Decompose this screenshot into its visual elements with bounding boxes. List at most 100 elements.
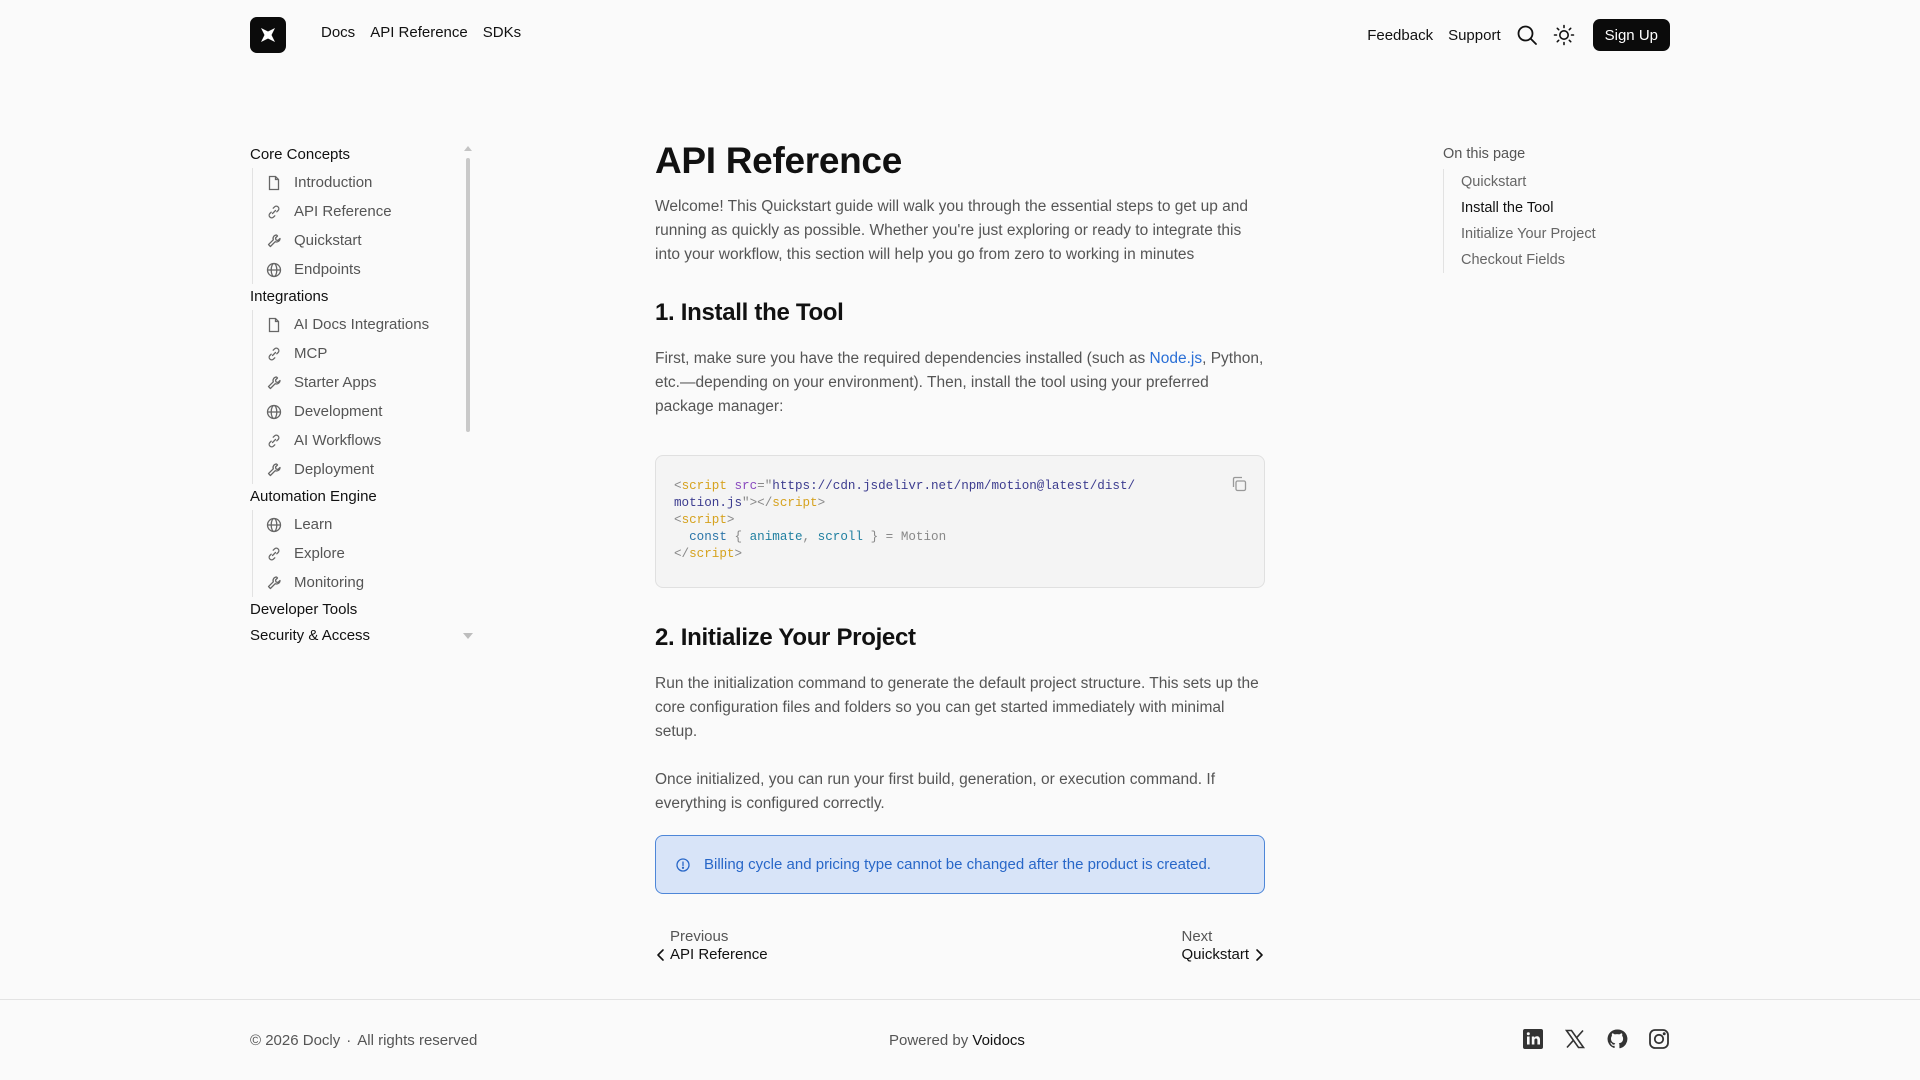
nodejs-link[interactable]: Node.js <box>1150 350 1203 367</box>
code-block: <script src="https://cdn.jsdelivr.net/np… <box>655 455 1265 588</box>
sidebar-item-ai-workflows[interactable]: AI Workflows <box>253 426 475 455</box>
section-install-heading: 1. Install the Tool <box>655 299 844 326</box>
sidebar-section-automation-engine[interactable]: Automation Engine <box>250 484 475 510</box>
sidebar-item-learn[interactable]: Learn <box>253 510 475 539</box>
file-icon <box>268 175 280 190</box>
sidebar-item-quickstart[interactable]: Quickstart <box>253 226 475 255</box>
copyright-text: © 2026 Docly · All rights reserved <box>250 1032 478 1049</box>
main-content: API Reference Welcome! This Quickstart g… <box>655 138 1265 968</box>
sidebar-item-deployment[interactable]: Deployment <box>253 455 475 484</box>
toc-list: Quickstart Install the Tool Initialize Y… <box>1443 169 1673 273</box>
nav-docs[interactable]: Docs <box>321 24 355 41</box>
logo-mark-icon <box>261 28 275 42</box>
sidebar-item-label: Introduction <box>294 174 373 191</box>
file-icon <box>268 317 280 332</box>
link-icon <box>268 547 280 560</box>
info-icon <box>676 857 690 872</box>
previous-page-link[interactable]: Previous API Reference <box>655 928 768 964</box>
social-links <box>1522 1028 1670 1050</box>
sidebar-group-core-concepts: Introduction API Reference Quickstart En… <box>252 168 475 284</box>
voidocs-link[interactable]: Voidocs <box>972 1032 1025 1049</box>
wrench-icon <box>267 375 281 389</box>
copy-icon[interactable] <box>1230 475 1248 493</box>
globe-icon <box>266 262 282 277</box>
code-line-4: const { animate, scroll } = Motion <box>689 530 947 544</box>
top-nav: Docs API Reference SDKs <box>321 24 521 41</box>
chevron-right-icon <box>1256 949 1263 961</box>
link-icon <box>268 434 280 447</box>
previous-label: Previous <box>670 928 729 945</box>
code-line-3: <script> <box>674 513 735 527</box>
globe-icon <box>266 404 282 419</box>
nav-api-reference[interactable]: API Reference <box>370 24 468 41</box>
link-icon <box>268 347 280 360</box>
sidebar-section-core-concepts[interactable]: Core Concepts <box>250 142 475 168</box>
toc-item-install-the-tool[interactable]: Install the Tool <box>1461 195 1673 221</box>
sidebar-item-label: Endpoints <box>294 261 361 278</box>
search-icon[interactable] <box>1516 24 1538 46</box>
chevron-left-icon <box>657 949 664 961</box>
sidebar-section-developer-tools[interactable]: Developer Tools <box>250 597 475 623</box>
code-line-2: motion.js"></script> <box>674 496 826 510</box>
header-actions: Feedback Support Sign Up <box>1367 17 1670 53</box>
sidebar-item-mcp[interactable]: MCP <box>253 339 475 368</box>
sidebar-item-label: API Reference <box>294 203 392 220</box>
sidebar-item-api-reference[interactable]: API Reference <box>253 197 475 226</box>
initialize-paragraph-1: Run the initialization command to genera… <box>655 675 1259 740</box>
feedback-link[interactable]: Feedback <box>1367 27 1433 44</box>
sidebar-item-label: Quickstart <box>294 232 362 249</box>
sidebar-section-security-access[interactable]: Security & Access <box>250 623 475 649</box>
sidebar-item-label: MCP <box>294 345 328 362</box>
x-icon[interactable] <box>1564 1028 1586 1050</box>
next-label: Next <box>1181 928 1213 945</box>
sidebar-item-introduction[interactable]: Introduction <box>253 168 475 197</box>
sidebar-group-automation-engine: Learn Explore Monitoring <box>252 510 475 597</box>
code-line-5: </script> <box>674 547 743 561</box>
sidebar-item-development[interactable]: Development <box>253 397 475 426</box>
page-pagination: Previous API Reference Next Quickstart <box>655 928 1265 968</box>
sun-icon[interactable] <box>1553 24 1575 46</box>
next-page-link[interactable]: Next Quickstart <box>1181 928 1265 964</box>
sidebar: Core Concepts Introduction API Reference… <box>250 142 475 647</box>
previous-title: API Reference <box>670 946 768 963</box>
footer: © 2026 Docly · All rights reserved Powered… <box>0 999 1920 1080</box>
powered-by: Powered by Voidocs <box>889 1032 1025 1049</box>
scroll-down-arrow[interactable] <box>463 633 473 639</box>
callout-text: Billing cycle and pricing type cannot be… <box>704 856 1211 873</box>
sidebar-item-label: Development <box>294 403 383 420</box>
sidebar-item-monitoring[interactable]: Monitoring <box>253 568 475 597</box>
wrench-icon <box>267 462 281 476</box>
nav-sdks[interactable]: SDKs <box>483 24 521 41</box>
sidebar-item-label: AI Workflows <box>294 432 382 449</box>
info-callout: Billing cycle and pricing type cannot be… <box>655 835 1265 894</box>
logo[interactable] <box>250 17 286 53</box>
toc-item-quickstart[interactable]: Quickstart <box>1461 169 1673 195</box>
support-link[interactable]: Support <box>1448 27 1501 44</box>
sidebar-item-label: AI Docs Integrations <box>294 316 430 333</box>
linkedin-icon[interactable] <box>1522 1028 1544 1050</box>
sidebar-item-label: Starter Apps <box>294 374 377 391</box>
instagram-icon[interactable] <box>1648 1028 1670 1050</box>
github-icon[interactable] <box>1606 1028 1628 1050</box>
sidebar-item-endpoints[interactable]: Endpoints <box>253 255 475 284</box>
sidebar-item-label: Monitoring <box>294 574 365 591</box>
toc-item-initialize-your-project[interactable]: Initialize Your Project <box>1461 221 1673 247</box>
toc-item-checkout-fields[interactable]: Checkout Fields <box>1461 247 1673 273</box>
wrench-icon <box>267 575 281 589</box>
sidebar-item-ai-docs-integrations[interactable]: AI Docs Integrations <box>253 310 475 339</box>
table-of-contents: On this page Quickstart Install the Tool… <box>1443 143 1673 273</box>
wrench-icon <box>267 233 281 247</box>
sidebar-section-integrations[interactable]: Integrations <box>250 284 475 310</box>
toc-label: On this page <box>1443 146 1526 162</box>
scroll-up-arrow[interactable] <box>464 146 472 151</box>
link-icon <box>268 205 280 218</box>
sidebar-item-starter-apps[interactable]: Starter Apps <box>253 368 475 397</box>
sidebar-item-label: Learn <box>294 516 333 533</box>
top-header: Docs API Reference SDKs Feedback Support… <box>0 0 1920 70</box>
initialize-paragraph-2: Once initialized, you can run your first… <box>655 771 1216 812</box>
sidebar-item-explore[interactable]: Explore <box>253 539 475 568</box>
intro-paragraph: Welcome! This Quickstart guide will walk… <box>655 198 1249 263</box>
code-line-1: <script src="https://cdn.jsdelivr.net/np… <box>674 479 1136 493</box>
sidebar-scrollbar-thumb[interactable] <box>466 158 470 432</box>
sign-up-button[interactable]: Sign Up <box>1592 19 1670 51</box>
